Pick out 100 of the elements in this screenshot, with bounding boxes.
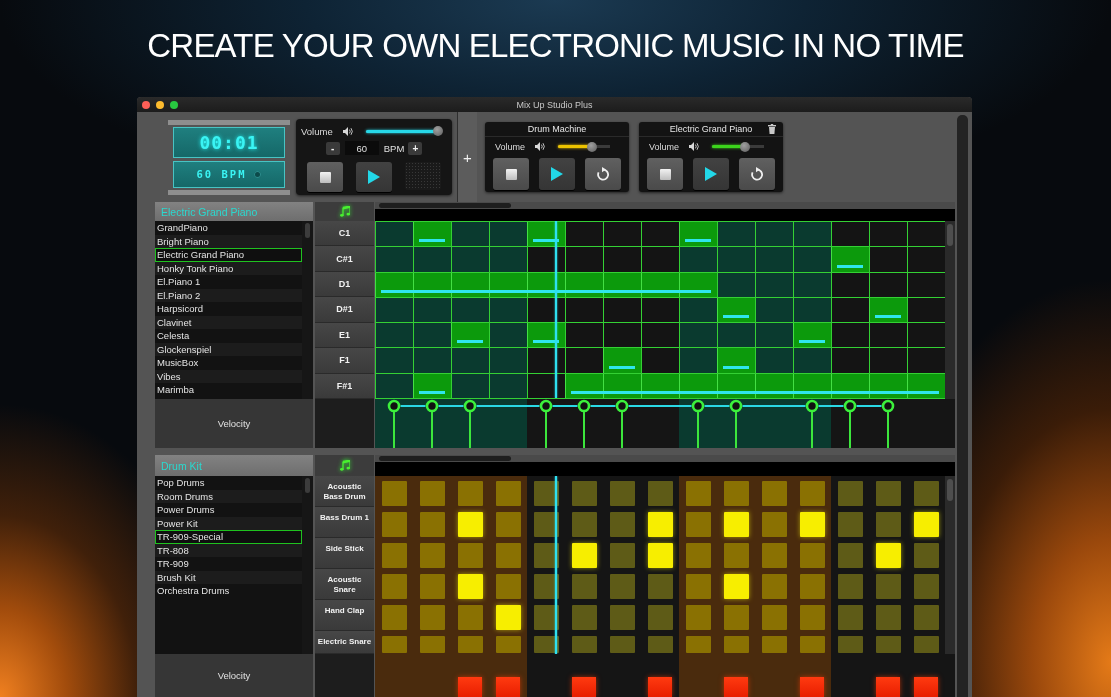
- stop-button[interactable]: [493, 158, 529, 190]
- lane-scrollbar[interactable]: [945, 221, 955, 399]
- step-cell[interactable]: [489, 222, 527, 247]
- step-cell[interactable]: [375, 222, 413, 247]
- velocity-bar[interactable]: [724, 677, 748, 697]
- step-cell[interactable]: [451, 247, 489, 272]
- step-cell[interactable]: [869, 373, 907, 398]
- velocity-marker[interactable]: [425, 399, 439, 448]
- step-cell[interactable]: [413, 373, 451, 398]
- preset-item[interactable]: Harpsicord: [155, 302, 302, 316]
- velocity-marker[interactable]: [615, 399, 629, 448]
- play-button[interactable]: [539, 158, 575, 190]
- step-cell[interactable]: [451, 222, 489, 247]
- step-cell[interactable]: [413, 348, 451, 373]
- preset-item[interactable]: El.Piano 1: [155, 275, 302, 289]
- decrease-button[interactable]: -: [325, 141, 340, 155]
- step-cell[interactable]: [793, 373, 831, 398]
- preset-item[interactable]: Celesta: [155, 329, 302, 343]
- play-button[interactable]: [693, 158, 729, 190]
- step-cell[interactable]: [375, 323, 413, 348]
- step-cell[interactable]: [717, 247, 755, 272]
- velocity-marker[interactable]: [691, 399, 705, 448]
- step-cell[interactable]: [717, 272, 755, 297]
- slider-thumb[interactable]: [587, 141, 598, 152]
- step-cell[interactable]: [793, 348, 831, 373]
- step-cell[interactable]: [489, 297, 527, 323]
- step-cell[interactable]: [755, 247, 793, 272]
- velocity-marker[interactable]: [881, 399, 895, 448]
- step-cell[interactable]: [717, 373, 755, 398]
- velocity-bar[interactable]: [496, 677, 520, 697]
- add-track-button[interactable]: +: [457, 112, 477, 202]
- velocity-marker[interactable]: [387, 399, 401, 448]
- step-cell[interactable]: [375, 247, 413, 272]
- bpm-field[interactable]: 60: [344, 141, 379, 155]
- step-cell[interactable]: [489, 323, 527, 348]
- step-cell[interactable]: [413, 222, 451, 247]
- preset-item[interactable]: TR-909: [155, 557, 302, 571]
- step-cell[interactable]: [375, 272, 413, 297]
- minimize-button[interactable]: [156, 100, 164, 109]
- step-cell[interactable]: [793, 297, 831, 323]
- step-cell[interactable]: [717, 297, 755, 323]
- preset-item[interactable]: Power Drums: [155, 503, 302, 517]
- step-cell[interactable]: [755, 348, 793, 373]
- stop-button[interactable]: [647, 158, 683, 190]
- preset-item[interactable]: Orchestra Drums: [155, 584, 302, 598]
- velocity-marker[interactable]: [539, 399, 553, 448]
- step-cell[interactable]: [565, 373, 603, 398]
- preset-item[interactable]: GrandPiano: [155, 221, 302, 235]
- play-button[interactable]: [356, 162, 392, 192]
- preset-item[interactable]: El.Piano 2: [155, 288, 302, 302]
- velocity-marker[interactable]: [843, 399, 857, 448]
- step-cell[interactable]: [451, 373, 489, 398]
- preset-item[interactable]: Electric Grand Piano: [155, 248, 302, 262]
- velocity-marker[interactable]: [577, 399, 591, 448]
- preset-item[interactable]: Power Kit: [155, 516, 302, 530]
- step-cell[interactable]: [717, 323, 755, 348]
- velocity-marker[interactable]: [805, 399, 819, 448]
- velocity-bar[interactable]: [572, 677, 596, 697]
- step-cell[interactable]: [451, 348, 489, 373]
- drum-pad[interactable]: [534, 574, 559, 599]
- step-cell[interactable]: [641, 373, 679, 398]
- step-cell[interactable]: [603, 373, 641, 398]
- step-cell[interactable]: [679, 247, 717, 272]
- step-cell[interactable]: [489, 373, 527, 398]
- stop-button[interactable]: [307, 162, 343, 192]
- step-cell[interactable]: [451, 323, 489, 348]
- velocity-bar[interactable]: [876, 677, 900, 697]
- reset-button[interactable]: [739, 158, 775, 190]
- step-cell[interactable]: [679, 272, 717, 297]
- step-cell[interactable]: [755, 373, 793, 398]
- drum-pad[interactable]: [534, 605, 559, 630]
- window-scrollbar[interactable]: [957, 115, 968, 697]
- delete-button[interactable]: [768, 124, 776, 134]
- step-cell[interactable]: [375, 348, 413, 373]
- step-cell[interactable]: [603, 348, 641, 373]
- step-cell[interactable]: [679, 297, 717, 323]
- velocity-marker[interactable]: [463, 399, 477, 448]
- step-cell[interactable]: [451, 272, 489, 297]
- step-cell[interactable]: [793, 222, 831, 247]
- step-cell[interactable]: [413, 272, 451, 297]
- drum-pad[interactable]: [534, 636, 559, 653]
- scroll-thumb[interactable]: [305, 478, 310, 493]
- velocity-bar[interactable]: [800, 677, 824, 697]
- step-cell[interactable]: [527, 323, 565, 348]
- step-cell[interactable]: [793, 323, 831, 348]
- preset-item[interactable]: Brush Kit: [155, 570, 302, 584]
- reset-button[interactable]: [585, 158, 621, 190]
- scroll-thumb[interactable]: [947, 479, 953, 501]
- timeline-scrollbar[interactable]: [375, 455, 955, 462]
- velocity-bar[interactable]: [458, 677, 482, 697]
- step-cell[interactable]: [755, 323, 793, 348]
- drum-pad[interactable]: [534, 543, 559, 568]
- step-cell[interactable]: [755, 297, 793, 323]
- step-cell[interactable]: [413, 323, 451, 348]
- step-cell[interactable]: [831, 247, 869, 272]
- step-cell[interactable]: [375, 373, 413, 398]
- preset-item[interactable]: MusicBox: [155, 356, 302, 370]
- step-cell[interactable]: [793, 272, 831, 297]
- lane-scrollbar[interactable]: [945, 476, 955, 654]
- list-scrollbar[interactable]: [302, 221, 313, 399]
